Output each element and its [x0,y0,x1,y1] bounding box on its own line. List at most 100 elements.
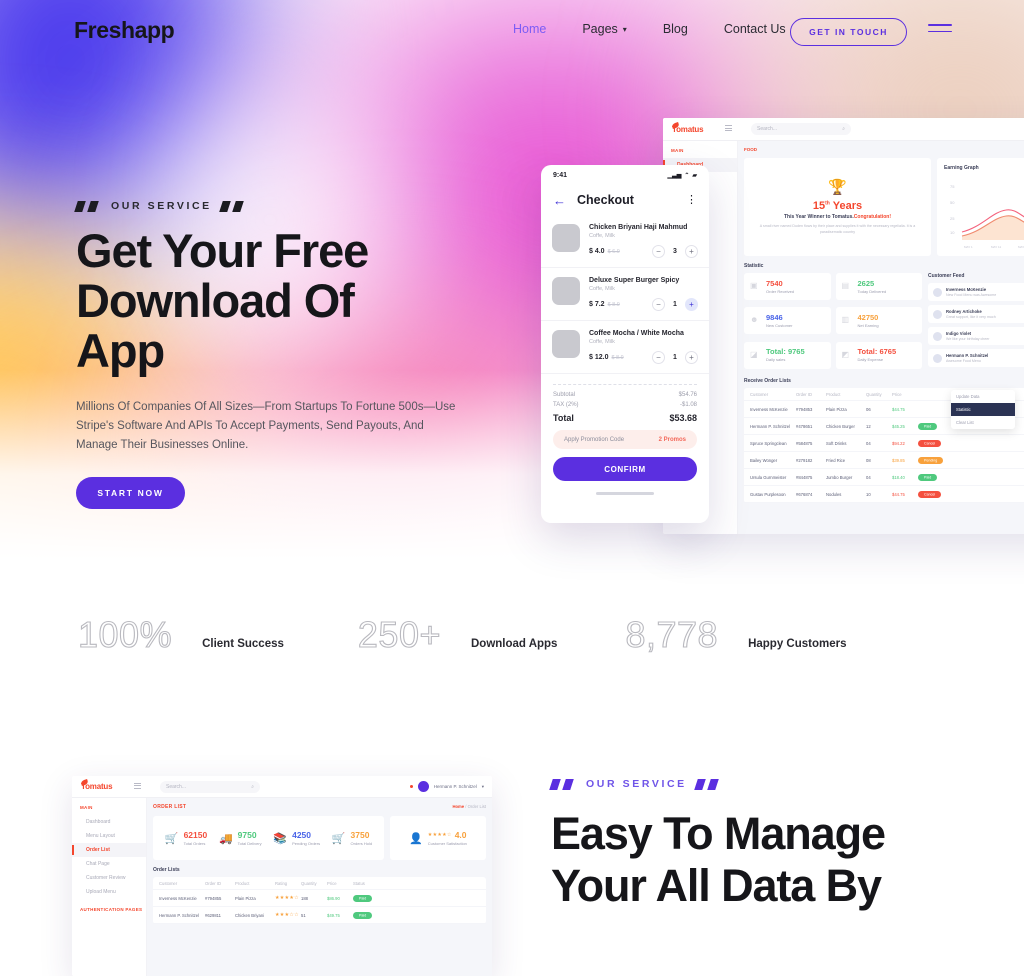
cell-product: Chicken Briyani [235,912,265,918]
kpi-label: Orders Hold [350,840,373,846]
cell-product: Plain Pizza [235,895,256,901]
promo-label: Apply Promotion Code [564,436,625,443]
dashboard2-breadcrumb-right: Home / Order List [452,804,486,809]
kpi-group: 🛒 62150 Total Orders 🚚 9750 Total Delivery 📚… [153,816,384,860]
sidebar-item-chat-page[interactable]: Chat Page [72,857,146,871]
sidebar-item-dashboard[interactable]: Dashboard [72,815,146,829]
home-indicator [596,492,654,495]
hero-title: Get Your Free Download Of App [76,226,496,376]
hero-title-line-1: Get Your Free [76,224,369,277]
feed-item: Rodney Artichoke Great support, like it v… [928,305,1024,323]
sidebar-item-upload-menu[interactable]: Upload Menu [72,885,146,899]
item-qty: 1 [673,301,677,308]
plus-icon[interactable]: + [685,298,698,311]
minus-icon[interactable]: − [652,351,665,364]
dropdown-item-update-data[interactable]: Update Data [951,390,1015,403]
plus-icon[interactable]: + [685,245,698,258]
cell-qty: 12 [866,423,871,429]
feed-item: Inverness McKenzie New Food Menu was Awes… [928,283,1024,301]
stat-value: Total: 9765 [766,347,805,357]
sidebar2-heading-auth: AUTHENTICATION PAGES [80,907,143,912]
kpi-label: Total Delivery [237,840,262,846]
breadcrumb-home[interactable]: Home [452,804,464,809]
get-in-touch-button[interactable]: GET IN TOUCH [790,18,907,46]
table-row: Ursula Gurnmeister #844875 Jumbo Burger 04 $… [744,469,1024,486]
table-row: Gustav Purplesoon #676874 Nodules 10 $44.75 C… [744,486,1024,503]
hold-icon: 🛒 [331,832,346,845]
award-body: A small river named Duden flows by their… [759,223,916,234]
stat-client-success: 100% Client Success [77,613,283,656]
cell-price: $39.85 [892,457,905,463]
item-price: $ 12.0 [589,354,609,361]
dashboard2-hamburger-icon[interactable] [134,782,142,791]
chevron-down-icon: ▾ [622,25,627,34]
item-price-row: $ 7.2 $ 8.9 − 1 + [589,298,698,311]
tax-label: TAX (2%) [553,402,579,408]
feed-message: Great support, like it very much [946,315,996,319]
kpi-satisfaction: 👤 ★★★★☆ 4.0 Customer Satisfaction [390,816,486,860]
arrow-left-icon[interactable]: ← [553,194,566,207]
feed-name: Hermann P. Schnitzel [946,353,989,358]
item-price: $ 7.2 [589,301,605,308]
sidebar-item-customer-review[interactable]: Customer Review [72,871,146,885]
award-years: 15th Years [813,200,862,212]
stat-card: ▥ 42750 Net Earning [835,307,922,335]
bell-icon[interactable] [409,785,413,788]
brand-logo[interactable]: Freshapp [74,17,175,44]
item-name: Chicken Briyani Haji Mahmud [589,224,688,231]
dashboard-hamburger-icon[interactable] [725,125,733,133]
dashboard-search-input[interactable]: Search... ⌕ [751,123,851,135]
more-vertical-icon[interactable]: ⋮ [686,194,697,205]
nav-item-contact-us[interactable]: Contact Us [706,22,804,36]
statistic-grid: ▣ 7540 Order Received ▤ 2625 Today Delivered… [744,273,922,371]
item-old-price: $ 8.9 [607,301,620,308]
th-order-id: Order ID [205,880,222,886]
cell-customer: Hermann P. Schnitzel [750,423,790,429]
cell-price: $49.75 [327,912,340,918]
customer-feed: Customer Feed Inverness McKenzie New Food… [928,273,1024,371]
item-thumbnail [552,224,580,252]
dashboard2-brand: Tomatus [72,779,134,791]
sidebar-item-order-list[interactable]: Order List [72,843,146,857]
dropdown-item-statistic[interactable]: Statistic [951,403,1015,416]
dashboard2-search-input[interactable]: Search... ⌕ [160,780,260,793]
satisfaction-value: 4.0 [454,829,467,840]
nav-item-home[interactable]: Home [495,22,564,36]
hamburger-menu-icon[interactable] [928,24,952,38]
plus-icon[interactable]: + [685,351,698,364]
nav-item-blog[interactable]: Blog [645,22,706,36]
promo-code-field[interactable]: Apply Promotion Code 2 Promos [553,430,697,449]
start-now-button[interactable]: START NOW [76,477,185,509]
confirm-button[interactable]: CONFIRM [553,457,697,481]
cell-rating: ★★★☆☆ [275,912,299,918]
quantity-stepper[interactable]: − 1 + [652,351,698,364]
cell-price: $94.22 [892,440,905,446]
quantity-stepper[interactable]: − 3 + [652,245,698,258]
feed-name: Indigo Violet [946,331,972,336]
chart-down-icon: ◩ [841,349,850,359]
minus-icon[interactable]: − [652,298,665,311]
sidebar-item-menu-layout[interactable]: Menu Layout [72,829,146,843]
table-row: Inverness McKenzie #794855 Plain Pizza ★★★★… [153,890,486,907]
th-price: Price [892,391,902,397]
section2-eyebrow-label: OUR SERVICE [586,778,687,790]
dashboard-breadcrumb: FOOD [744,147,757,152]
quantity-stepper[interactable]: − 1 + [652,298,698,311]
kpi-row: 🛒 62150 Total Orders 🚚 9750 Total Delivery 📚… [153,816,486,860]
feed-item: Indigo Violet We like your birthday cheer [928,327,1024,345]
dashboard-top-row: 🏆 15th Years This Year Winner to Tomatus… [744,158,1024,256]
dashboard2-user-menu[interactable]: Hermann P. Schnitzel ▾ [409,781,492,792]
item-desc: Coffe, Milk [589,233,615,239]
graph-tick-0: 75 [950,184,955,189]
box-icon: ▣ [750,281,758,290]
hero-title-line-2: Download Of [76,274,355,327]
cell-qty: 08 [866,457,871,463]
dropdown-item-clear-list[interactable]: Clear List [951,416,1015,429]
kpi-value: 4250 [292,829,312,840]
search-icon: ⌕ [842,126,845,132]
nav-item-pages[interactable]: Pages ▾ [564,22,644,36]
breadcrumb-order-list: Order List [467,804,486,809]
minus-icon[interactable]: − [652,245,665,258]
avatar [933,287,942,297]
avatar [417,781,429,792]
